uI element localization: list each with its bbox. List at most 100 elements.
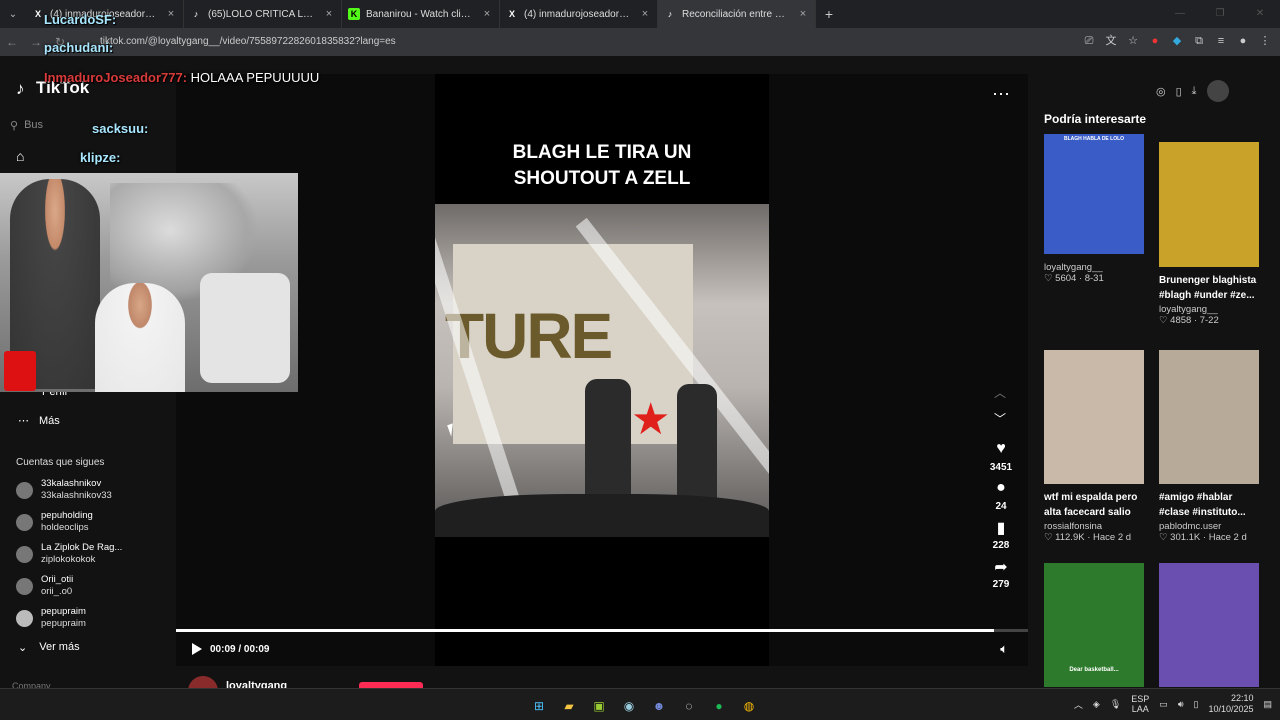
browser-tab[interactable]: ♪ (65)LOLO CRITICA LA NUEVA C × — [184, 0, 342, 28]
clock[interactable]: 22:10 10/10/2025 — [1208, 693, 1253, 715]
network-icon[interactable]: ▭ — [1159, 699, 1168, 710]
close-tab-icon[interactable]: × — [639, 8, 651, 20]
more-options-icon[interactable]: ⋯ — [992, 84, 1010, 105]
next-video-icon[interactable]: ﹀ — [994, 410, 1006, 427]
download-icon[interactable]: ⤓ — [1192, 85, 1197, 98]
close-tab-icon[interactable]: × — [165, 8, 177, 20]
browser-tab[interactable]: K Bananirou - Watch clips on Kick × — [342, 0, 500, 28]
back-icon[interactable]: ← — [0, 35, 24, 49]
translate-icon[interactable]: 文 — [1104, 34, 1118, 48]
following-item[interactable]: pepuholding holdeoclips — [16, 510, 166, 534]
avatar — [16, 577, 33, 595]
following-handle: 33kalashnikov — [41, 478, 102, 489]
close-window-icon[interactable]: ✕ — [1240, 0, 1280, 28]
steam-icon[interactable]: ◉ — [618, 695, 640, 717]
save-button[interactable]: ▮ 228 — [993, 518, 1010, 551]
suggestion-card[interactable]: Dear basketball... — [1044, 563, 1144, 687]
app-green-icon[interactable]: ▣ — [588, 695, 610, 717]
following-item[interactable]: La Ziplok De Rag... ziplokokokok — [16, 542, 166, 566]
compass-icon[interactable]: ◎ — [1156, 85, 1166, 98]
minimize-icon[interactable]: — — [1160, 0, 1200, 28]
following-handle: pepupraim — [41, 606, 86, 617]
user-avatar[interactable] — [1206, 80, 1229, 102]
following-item[interactable]: pepupraim pepupraim — [16, 606, 166, 630]
tiktok-icon: ♪ — [667, 9, 673, 19]
battery-icon[interactable]: ▯ — [1193, 699, 1198, 710]
extensions-icon[interactable]: ⧉ — [1192, 34, 1206, 48]
close-tab-icon[interactable]: × — [323, 8, 335, 20]
red-cup — [4, 351, 36, 391]
language-indicator[interactable]: ESP LAA — [1131, 694, 1149, 714]
chrome-icon[interactable]: ◍ — [738, 695, 760, 717]
x-icon: X — [34, 9, 41, 19]
suggestion-user[interactable]: pablodmc.user — [1159, 521, 1259, 532]
sidebar-item-mas[interactable]: ⋯ Más — [18, 414, 60, 428]
clock-time: 22:10 — [1230, 693, 1254, 703]
tab-list-icon[interactable]: ≡ — [1214, 34, 1228, 48]
ver-mas-button[interactable]: ⌄ Ver más — [18, 641, 80, 654]
more-dots-icon: ⋯ — [18, 415, 29, 427]
mic-icon[interactable]: 🎙︎ — [1110, 699, 1121, 710]
volume-icon[interactable]: 🔈︎ — [1000, 641, 1008, 657]
suggestion-card[interactable]: BLAGH HABLA DE LOLO loyaltygang__ ♡ 5604… — [1044, 134, 1144, 284]
bookmark-star-icon[interactable]: ☆ — [1126, 34, 1140, 48]
suggestion-card[interactable]: Brunenger blaghista #blagh #under #ze...… — [1159, 142, 1259, 326]
comment-button[interactable]: ● 24 — [995, 479, 1006, 512]
tray-chevron-icon[interactable]: ︿ — [1074, 698, 1083, 711]
browser-tab[interactable]: X (4) inmadurojoseador777 en X × — [500, 0, 658, 28]
suggestion-thumbnail — [1159, 563, 1259, 687]
close-tab-icon[interactable]: × — [797, 8, 809, 20]
address-bar: ← → ↻ tiktok.com/@loyaltygang__/video/75… — [0, 28, 1280, 56]
taskbar-apps: ⊞ ▰ ▣ ◉ ☻ ◌ ● ◍ — [528, 695, 760, 717]
extension-blue-icon[interactable]: ◆ — [1170, 34, 1184, 48]
chat-text: HOLAAA PEPUUUUU — [187, 70, 320, 85]
following-item[interactable]: 33kalashnikov 33kalashnikov33 — [16, 478, 166, 502]
discord-icon[interactable]: ☻ — [648, 695, 670, 717]
shield-icon[interactable]: ◈ — [1093, 699, 1100, 710]
menu-kebab-icon[interactable]: ⋮ — [1258, 34, 1272, 48]
suggestion-card[interactable]: #amigo #hablar #clase #instituto... pabl… — [1159, 350, 1259, 543]
chat-username: pachudani: — [44, 40, 114, 55]
maximize-icon[interactable]: ❐ — [1200, 0, 1240, 28]
url-field[interactable]: tiktok.com/@loyaltygang__/video/75589722… — [100, 36, 396, 47]
video-player[interactable]: BLAGH LE TIRA UN SHOUTOUT A ZELL TURE ★ … — [176, 74, 1028, 666]
new-tab-button[interactable]: + — [816, 6, 842, 22]
play-icon[interactable] — [192, 643, 202, 655]
suggestion-card[interactable] — [1159, 563, 1259, 687]
cast-icon[interactable]: ⎚ — [1082, 34, 1096, 48]
share-button[interactable]: ➦ 279 — [993, 557, 1010, 590]
tab-title: (65)LOLO CRITICA LA NUEVA C — [208, 8, 317, 20]
streamer-person — [95, 283, 185, 392]
app-circle-icon[interactable]: ◌ — [678, 695, 700, 717]
tiktok-icon: ♪ — [193, 9, 199, 19]
tiktok-page: ♪ TikTok ⚲ Bus ⌂ Perfil ⋯ Más Cuentas qu… — [0, 12, 1280, 706]
extension-red-icon[interactable]: ● — [1148, 34, 1162, 48]
suggestion-user[interactable]: rossialfonsina — [1044, 521, 1144, 532]
progress-bar[interactable] — [176, 629, 1028, 632]
suggestion-user[interactable]: loyaltygang__ — [1159, 304, 1259, 315]
mobile-icon[interactable]: ▯ — [1176, 85, 1182, 98]
like-button[interactable]: ♥ 3451 — [990, 440, 1012, 473]
profile-icon[interactable]: ● — [1236, 34, 1250, 48]
windows-start-icon[interactable]: ⊞ — [528, 695, 550, 717]
file-explorer-icon[interactable]: ▰ — [558, 695, 580, 717]
following-item[interactable]: Orii_otii orii_.o0 — [16, 574, 166, 598]
video-frame[interactable]: BLAGH LE TIRA UN SHOUTOUT A ZELL TURE ★ — [435, 74, 769, 666]
close-tab-icon[interactable]: × — [481, 8, 493, 20]
notification-icon[interactable]: ▤ — [1263, 699, 1272, 710]
comment-count: 24 — [995, 501, 1007, 512]
language-layout: LAA — [1131, 704, 1149, 714]
tab-search-icon[interactable]: ⌄ — [0, 0, 26, 28]
chair — [200, 273, 290, 383]
browser-tab-active[interactable]: ♪ Reconciliación entre Blagh y Ze × — [658, 0, 816, 28]
suggestion-card[interactable]: wtf mi espalda pero alta facecard salio … — [1044, 350, 1144, 543]
home-icon[interactable]: ⌂ — [16, 148, 24, 164]
previous-video-icon[interactable]: ︿ — [994, 384, 1006, 401]
suggestion-thumbnail: BLAGH HABLA DE LOLO — [1044, 134, 1144, 254]
following-handle: La Ziplok De Rag... — [41, 542, 123, 553]
suggestion-user[interactable]: loyaltygang__ — [1044, 262, 1144, 273]
suggestions-title: Podría interesarte — [1044, 112, 1147, 126]
spotify-icon[interactable]: ● — [708, 695, 730, 717]
author-bar: loyaltygang — [176, 676, 1028, 706]
speaker-icon[interactable]: 🔊︎ — [1178, 699, 1184, 710]
